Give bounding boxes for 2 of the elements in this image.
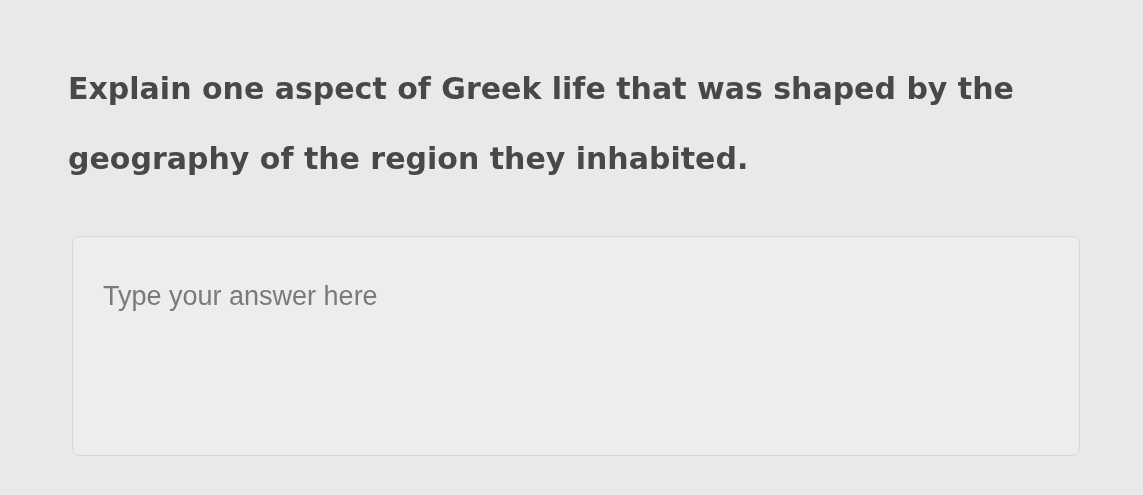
- question-text: Explain one aspect of Greek life that was shaped by the geography of the region they inhabited.: [68, 70, 1015, 178]
- answer-field[interactable]: Type your answer here: [72, 236, 1080, 456]
